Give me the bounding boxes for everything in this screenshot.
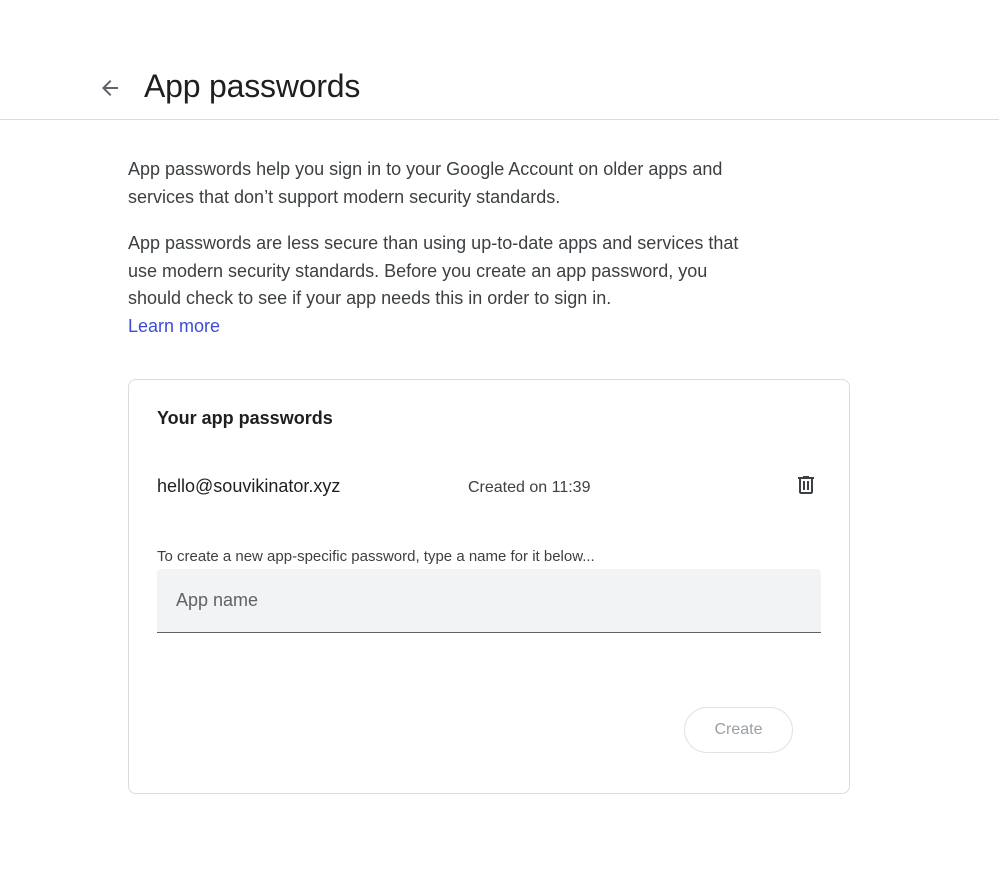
delete-password-button[interactable]	[791, 470, 821, 500]
password-name: hello@souvikinator.xyz	[157, 476, 341, 496]
create-button[interactable]: Create	[684, 707, 793, 753]
trash-icon	[798, 476, 814, 494]
app-name-field	[157, 569, 821, 633]
description-paragraph-2-text: App passwords are less secure than using…	[128, 233, 739, 308]
page-title: App passwords	[144, 68, 361, 104]
create-hint: To create a new app-specific password, t…	[157, 548, 595, 565]
card-title: Your app passwords	[157, 408, 333, 428]
password-created-date: Created on 11:39	[468, 479, 591, 496]
app-name-input[interactable]	[157, 569, 821, 632]
back-button[interactable]	[94, 72, 126, 104]
description-paragraph-1: App passwords help you sign in to your G…	[128, 159, 723, 207]
arrow-back-icon	[102, 80, 118, 96]
app-passwords-card: Your app passwords hello@souvikinator.xy…	[128, 379, 850, 794]
learn-more-link[interactable]: Learn more	[128, 316, 220, 336]
page-header: App passwords	[0, 0, 999, 120]
description-paragraph-2: App passwords are less secure than using…	[128, 230, 748, 340]
